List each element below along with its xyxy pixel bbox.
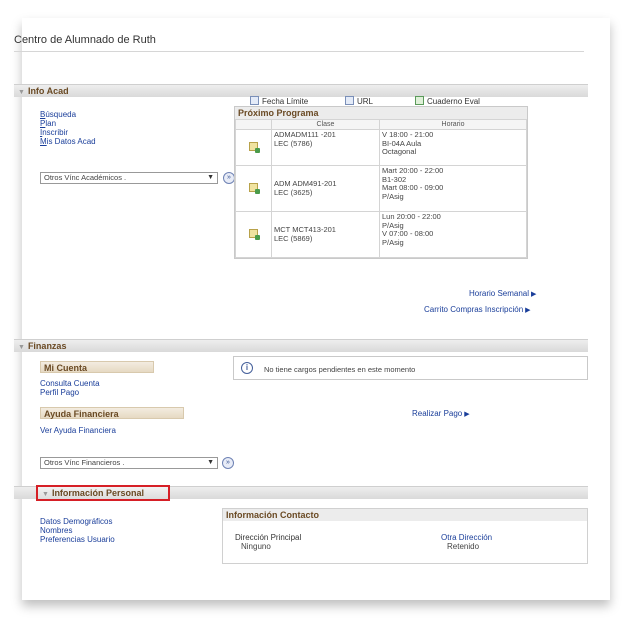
calendar-icon xyxy=(250,96,259,105)
acad-links: Búsqueda Plan Inscribir Mis Datos Acad xyxy=(40,110,96,146)
collapse-triangle-icon: ▼ xyxy=(18,89,25,96)
finance-message: No tiene cargos pendientes en este momen… xyxy=(264,365,416,374)
other-address-label[interactable]: Otra Dirección xyxy=(441,533,492,542)
header-spacer xyxy=(235,119,272,130)
other-address-value: Retenido xyxy=(447,542,480,551)
section-personal-label: Información Personal xyxy=(51,488,144,498)
personal-links: Datos Demográficos Nombres Preferencias … xyxy=(40,517,115,544)
make-payment-link[interactable]: Realizar Pago ▶ xyxy=(412,409,470,418)
table-row: MCT MCT413-201 LEC (5869) Lun 20:00 - 22:… xyxy=(235,211,527,258)
schedule-cell: V 18:00 - 21:00 BI-04A Aula Octagonal xyxy=(379,129,527,166)
acad-select-value: Otros Vínc Académicos . xyxy=(44,173,127,182)
double-chevron-right-icon: » xyxy=(226,459,230,466)
contact-heading: Información Contacto xyxy=(223,509,587,521)
page-title: Centro de Alumnado de Ruth xyxy=(14,34,156,46)
section-finanzas[interactable]: ▼ Finanzas xyxy=(14,339,588,352)
my-account-heading: Mi Cuenta xyxy=(40,361,154,373)
header-class: Clase xyxy=(271,119,380,130)
gradebook-icon xyxy=(415,96,424,105)
enrollment-cart-link[interactable]: Carrito Compras Inscripción ▶ xyxy=(424,305,531,314)
section-finanzas-label: Finanzas xyxy=(27,341,67,351)
main-address-label[interactable]: Dirección Principal xyxy=(235,533,301,542)
financial-aid-heading: Ayuda Financiera xyxy=(40,407,184,419)
schedule-header-row: Clase Horario xyxy=(235,119,527,130)
main-address-value: Ninguno xyxy=(241,542,271,551)
chevron-down-icon: ▼ xyxy=(207,459,214,466)
class-row-icon-cell xyxy=(235,129,272,166)
class-icon[interactable] xyxy=(249,142,260,153)
table-row: ADMADM111 -201 LEC (5786) V 18:00 - 21:00… xyxy=(235,129,527,166)
contact-info-panel: Información Contacto Dirección Principal… xyxy=(222,508,588,564)
link-busqueda[interactable]: Búsqueda xyxy=(40,110,96,119)
schedule-table: Clase Horario ADMADM111 -201 LEC (5786) V… xyxy=(235,119,527,258)
section-personal[interactable]: ▼ Información Personal xyxy=(36,485,170,501)
info-icon: i xyxy=(241,362,253,374)
link-mis-datos-acad[interactable]: Mis Datos Acad xyxy=(40,137,96,146)
weekly-schedule-link[interactable]: Horario Semanal ▶ xyxy=(469,289,536,298)
class-cell: ADMADM111 -201 LEC (5786) xyxy=(271,129,380,166)
web-link-icon xyxy=(345,96,354,105)
schedule-title: Próximo Programa xyxy=(235,107,527,119)
acad-links-select[interactable]: Otros Vínc Académicos . ▼ xyxy=(40,172,218,184)
double-chevron-right-icon: » xyxy=(227,174,231,181)
legend-gradebook: Cuaderno Eval xyxy=(415,96,480,106)
link-plan[interactable]: Plan xyxy=(40,119,96,128)
link-nombres[interactable]: Nombres xyxy=(40,526,115,535)
finance-select-value: Otros Vínc Financieros . xyxy=(44,458,125,467)
chevron-down-icon: ▼ xyxy=(207,174,214,181)
link-inscribir[interactable]: Inscribir xyxy=(40,128,96,137)
legend-url: URL xyxy=(345,96,373,106)
aid-links: Ver Ayuda Financiera xyxy=(40,426,116,435)
arrow-right-icon: ▶ xyxy=(464,411,470,418)
link-datos-demograficos[interactable]: Datos Demográficos xyxy=(40,517,115,526)
collapse-triangle-icon: ▼ xyxy=(42,491,49,498)
finance-go-button[interactable]: » xyxy=(222,457,234,469)
class-cell: ADM ADM491-201 LEC (3625) xyxy=(271,165,380,212)
class-row-icon-cell xyxy=(235,165,272,212)
finance-message-box: i No tiene cargos pendientes en este mom… xyxy=(233,356,588,380)
title-divider xyxy=(14,51,584,52)
link-ver-ayuda-financiera[interactable]: Ver Ayuda Financiera xyxy=(40,426,116,435)
class-icon[interactable] xyxy=(249,183,260,194)
section-info-acad-label: Info Acad xyxy=(27,86,69,96)
arrow-right-icon: ▶ xyxy=(525,307,531,314)
link-perfil-pago[interactable]: Perfil Pago xyxy=(40,388,100,397)
class-icon[interactable] xyxy=(249,229,260,240)
arrow-right-icon: ▶ xyxy=(531,291,537,298)
schedule-cell: Mart 20:00 - 22:00 B1-302 Mart 08:00 - 09:… xyxy=(379,165,527,212)
upcoming-schedule-panel: Próximo Programa Clase Horario ADMADM111… xyxy=(234,106,528,259)
account-links: Consulta Cuenta Perfil Pago xyxy=(40,379,100,397)
table-row: ADM ADM491-201 LEC (3625) Mart 20:00 - 22… xyxy=(235,165,527,212)
class-cell: MCT MCT413-201 LEC (5869) xyxy=(271,211,380,258)
legend-deadline: Fecha Límite xyxy=(250,96,308,106)
class-row-icon-cell xyxy=(235,211,272,258)
finance-links-select[interactable]: Otros Vínc Financieros . ▼ xyxy=(40,457,218,469)
header-schedule: Horario xyxy=(379,119,527,130)
collapse-triangle-icon: ▼ xyxy=(18,344,25,351)
link-preferencias-usuario[interactable]: Preferencias Usuario xyxy=(40,535,115,544)
schedule-cell: Lun 20:00 - 22:00 P/Asig V 07:00 - 08:00 P/… xyxy=(379,211,527,258)
link-consulta-cuenta[interactable]: Consulta Cuenta xyxy=(40,379,100,388)
